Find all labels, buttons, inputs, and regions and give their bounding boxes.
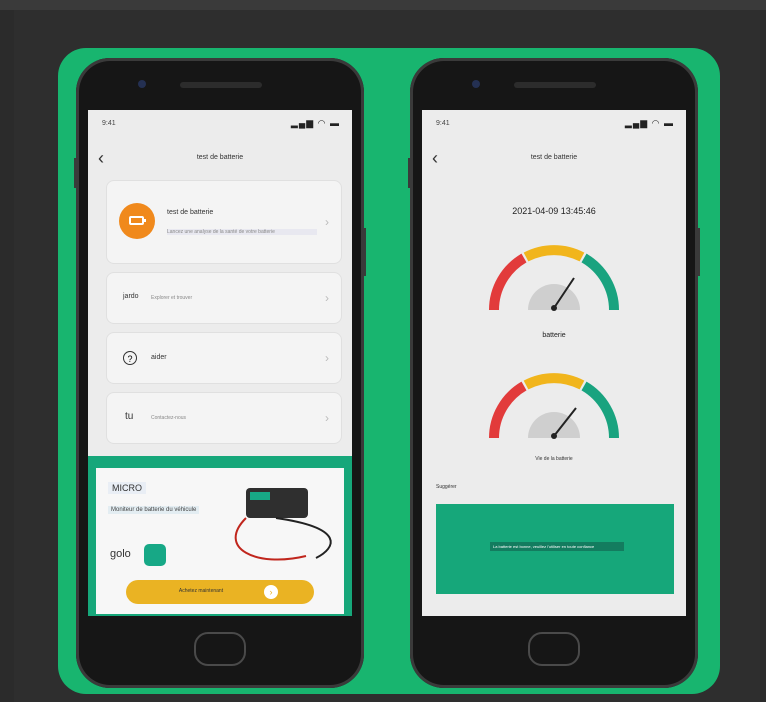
battery-icon	[119, 203, 155, 239]
card-jardo[interactable]: jardo Explorer et trouver ›	[106, 272, 342, 324]
card-sub: Lancez une analyse de la santé de votre …	[167, 229, 317, 235]
brand-logo-text: golo	[110, 548, 131, 560]
buy-now-button[interactable]: Achetez maintenant ›	[126, 580, 314, 604]
home-button[interactable]	[528, 632, 580, 666]
promo-card: MICRO Moniteur de batterie du véhicule g…	[96, 468, 344, 614]
promo-heading: MICRO	[108, 482, 146, 494]
battery-gauge-icon	[488, 245, 620, 311]
phone-right: 9:41 ▂▄▆ ◠ ▬ ‹ test de batterie 2021-04-…	[408, 58, 700, 688]
window-top-strip	[0, 0, 766, 10]
card-label: tu	[125, 411, 134, 422]
card-aider[interactable]: ? aider ›	[106, 332, 342, 384]
battery-life-gauge-icon	[488, 373, 620, 439]
chevron-right-icon: ›	[325, 411, 329, 425]
side-button	[408, 158, 411, 188]
earpiece-speaker	[180, 82, 262, 88]
signal-wifi-battery-icon: ▂▄▆ ◠ ▬	[290, 118, 340, 128]
promo-subtitle: Moniteur de batterie du véhicule	[108, 506, 200, 514]
chevron-right-icon: ›	[325, 215, 329, 229]
gauge2-label: Vie de la batterie	[535, 456, 573, 462]
card-label: test de batterie	[167, 209, 214, 216]
test-datetime: 2021-04-09 13:45:46	[512, 206, 596, 216]
chevron-right-icon: ›	[325, 291, 329, 305]
signal-wifi-battery-icon: ▂▄▆ ◠ ▬	[624, 118, 674, 128]
screen-right: 9:41 ▂▄▆ ◠ ▬ ‹ test de batterie 2021-04-…	[422, 110, 686, 616]
card-tu[interactable]: tu Contactez-nous ›	[106, 392, 342, 444]
earpiece-speaker	[514, 82, 596, 88]
side-button	[363, 228, 366, 276]
result-box: La batterie est bonne, veuillez l'utilis…	[436, 504, 674, 594]
side-button	[74, 158, 77, 188]
help-icon: ?	[123, 351, 137, 365]
page-title: test de batterie	[530, 154, 578, 161]
golo-app-icon	[144, 544, 166, 566]
status-time: 9:41	[436, 120, 450, 127]
card-label: aider	[151, 354, 167, 361]
front-camera	[472, 80, 480, 88]
page-title: test de batterie	[196, 154, 244, 161]
promo-banner: MICRO Moniteur de batterie du véhicule g…	[88, 456, 352, 616]
front-camera	[138, 80, 146, 88]
cable-image	[234, 517, 332, 561]
status-time: 9:41	[102, 120, 116, 127]
card-battery-test[interactable]: test de batterie Lancez une analyse de l…	[106, 180, 342, 264]
home-button[interactable]	[194, 632, 246, 666]
buy-button-label: Achetez maintenant	[178, 588, 224, 594]
card-sub: Explorer et trouver	[151, 295, 193, 301]
result-text: La batterie est bonne, veuillez l'utilis…	[490, 542, 624, 551]
phone-left: 9:41 ▂▄▆ ◠ ▬ ‹ test de batterie test de …	[74, 58, 366, 688]
suggest-label: Suggérer	[436, 484, 457, 490]
arrow-right-icon: ›	[264, 585, 278, 599]
chevron-right-icon: ›	[325, 351, 329, 365]
gauge1-label: batterie	[542, 332, 566, 339]
screen-left: 9:41 ▂▄▆ ◠ ▬ ‹ test de batterie test de …	[88, 110, 352, 616]
card-label: jardo	[123, 293, 139, 300]
card-sub: Contactez-nous	[151, 415, 187, 421]
side-button	[697, 228, 700, 276]
